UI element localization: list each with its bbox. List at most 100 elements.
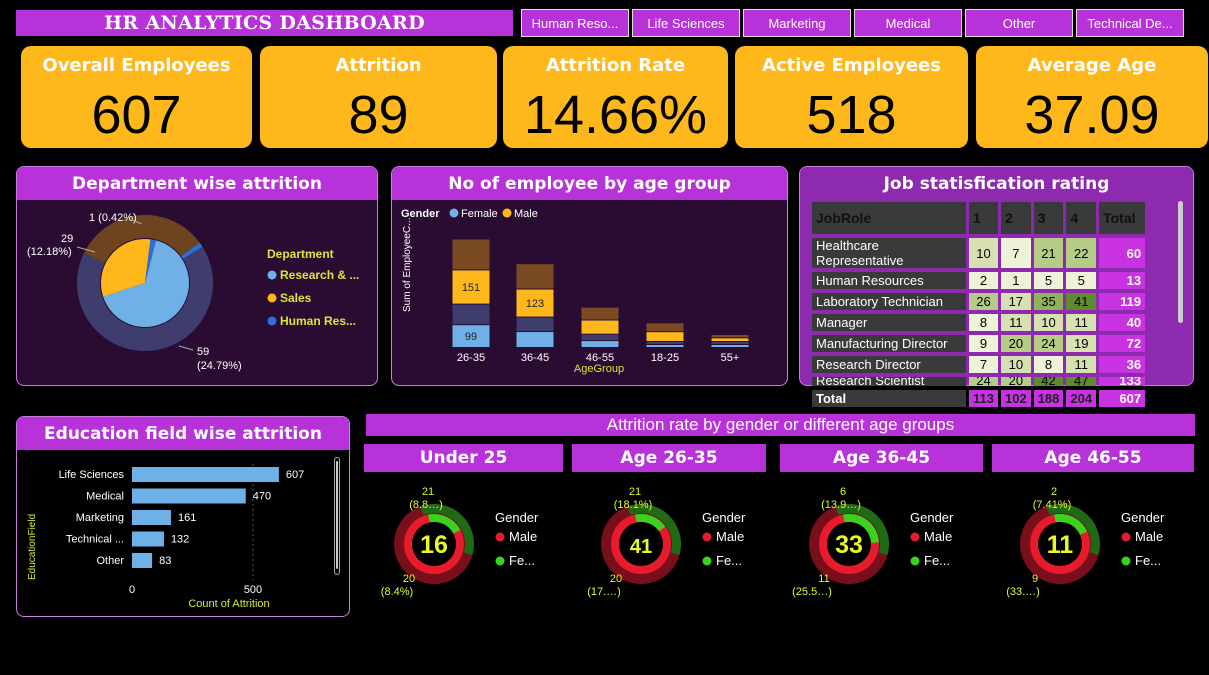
job-role-cell: Research Scientist xyxy=(812,377,966,386)
rating-cell: 19 xyxy=(1066,335,1097,352)
table-row[interactable]: Laboratory Technician 26 17 35 41 119 xyxy=(812,293,1146,310)
kpi-value: 607 xyxy=(91,85,182,145)
legend-dot-male xyxy=(702,532,712,542)
table-row[interactable]: Research Scientist 24 20 42 47 133 xyxy=(812,377,1146,386)
rating-cell: 42 xyxy=(1033,377,1064,386)
bar xyxy=(132,553,153,568)
rating-cell: 41 xyxy=(1066,293,1097,310)
rating-cell: 10 xyxy=(1033,314,1064,331)
bar-segment xyxy=(646,332,684,341)
table-header-cell[interactable]: 1 xyxy=(969,202,998,234)
rating-cell: 1 xyxy=(1000,272,1031,289)
rating-cell: 24 xyxy=(969,377,998,386)
donut-top-label: 2 xyxy=(1051,486,1057,498)
bar-data-label: 151 xyxy=(462,282,480,294)
bar-segment xyxy=(452,239,490,270)
bar-segment xyxy=(711,338,749,341)
legend-item-female: Fe... xyxy=(509,553,535,568)
table-scrollbar[interactable] xyxy=(1178,201,1183,323)
kpi-label: Active Employees xyxy=(762,55,941,76)
legend-title: Gender xyxy=(702,510,746,525)
y-tick-label: Life Sciences xyxy=(59,469,125,481)
table-header-cell[interactable]: 4 xyxy=(1066,202,1097,234)
slicer-technical-degree[interactable]: Technical De... xyxy=(1076,9,1184,37)
rating-cell: 9 xyxy=(969,335,998,352)
table-row[interactable]: Human Resources 2 1 5 5 13 xyxy=(812,272,1146,289)
legend-dot-hr xyxy=(267,316,277,326)
table-row[interactable]: Manufacturing Director 9 20 24 19 72 xyxy=(812,335,1146,352)
table-header-cell[interactable]: JobRole xyxy=(812,202,966,234)
rating-cell: 8 xyxy=(969,314,998,331)
legend-item-female: Female xyxy=(461,208,498,220)
panel-title: Education field wise attrition xyxy=(17,417,349,450)
legend-dot-female xyxy=(702,556,712,566)
legend-title: Gender xyxy=(910,510,954,525)
panel-title: Job statisfication rating xyxy=(800,167,1193,200)
rating-cell: 35 xyxy=(1033,293,1064,310)
rating-cell: 24 xyxy=(1033,335,1064,352)
donut-label-sales-count: 29 xyxy=(61,233,73,245)
legend-title: Department xyxy=(267,247,334,261)
panel-title: No of employee by age group xyxy=(392,167,787,200)
bar-segment xyxy=(711,334,749,338)
slicer-other[interactable]: Other xyxy=(965,9,1073,37)
y-axis-label: Sum of EmployeeC... xyxy=(402,218,413,312)
rating-cell: 20 xyxy=(1000,377,1031,386)
rating-cell: 17 xyxy=(1000,293,1031,310)
kpi-label: Attrition Rate xyxy=(545,55,686,76)
slicer-life-sciences[interactable]: Life Sciences xyxy=(632,9,740,37)
rating-cell: 2 xyxy=(969,272,998,289)
table-row[interactable]: Healthcare Representative 10 7 21 22 60 xyxy=(812,238,1146,268)
kpi-label: Overall Employees xyxy=(42,55,231,76)
bar-segment xyxy=(516,332,554,347)
group-header-26-35: Age 26-35 xyxy=(572,444,766,472)
panel-title: Department wise attrition xyxy=(17,167,377,200)
rating-cell: 5 xyxy=(1066,272,1097,289)
row-total-cell: 40 xyxy=(1099,314,1146,331)
table-row[interactable]: Research Director 7 10 8 11 36 xyxy=(812,356,1146,373)
legend-item-female: Fe... xyxy=(1135,553,1161,568)
group-header-36-45: Age 36-45 xyxy=(780,444,983,472)
legend-dot-female xyxy=(495,556,505,566)
total-row: Total 113 102 188 204 607 xyxy=(812,390,1146,407)
donut-label-hr: 1 (0.42%) xyxy=(89,212,137,224)
x-axis-label: AgeGroup xyxy=(574,363,624,375)
y-tick-label: Other xyxy=(96,555,124,567)
legend-dot-female xyxy=(1121,556,1131,566)
table-header-cell[interactable]: 3 xyxy=(1033,202,1064,234)
rating-cell: 26 xyxy=(969,293,998,310)
slicer-human-resources[interactable]: Human Reso... xyxy=(521,9,629,37)
table-row[interactable]: Manager 8 11 10 11 40 xyxy=(812,314,1146,331)
column-total-cell: 607 xyxy=(1099,390,1146,407)
legend-dot-male xyxy=(502,208,512,218)
donut-center-value: 33 xyxy=(835,531,863,559)
legend-item-rd: Research & ... xyxy=(280,268,359,282)
job-role-cell: Healthcare Representative xyxy=(812,238,966,268)
bar-segment xyxy=(581,307,619,320)
row-total-cell: 36 xyxy=(1099,356,1146,373)
donut-top-pct: (7.41%) xyxy=(1033,499,1072,511)
department-donut-chart: 1 (0.42%) 29 (12.18%) 59 (24.79%) Depart… xyxy=(27,212,359,372)
donut-top-label: 6 xyxy=(840,486,846,498)
bar-data-label: 99 xyxy=(465,331,477,343)
legend-item-female: Fe... xyxy=(716,553,742,568)
donut-top-pct: (13.9…) xyxy=(821,499,861,511)
bar-segment xyxy=(711,342,749,344)
donut-bottom-pct: (25.5…) xyxy=(792,586,832,598)
donut-label-sales-pct: (12.18%) xyxy=(27,246,72,258)
legend-item-female: Fe... xyxy=(924,553,950,568)
slicer-marketing[interactable]: Marketing xyxy=(743,9,851,37)
x-tick-label: 36-45 xyxy=(521,352,549,364)
rating-cell: 5 xyxy=(1033,272,1064,289)
rating-cell: 7 xyxy=(1000,238,1031,268)
y-axis-label: EducationField xyxy=(27,514,38,580)
y-tick-label: Medical xyxy=(86,491,124,503)
table-header-cell[interactable]: Total xyxy=(1099,202,1146,234)
table-header-cell[interactable]: 2 xyxy=(1000,202,1031,234)
rating-cell: 10 xyxy=(1000,356,1031,373)
column-total-cell: 188 xyxy=(1033,390,1064,407)
kpi-overall-employees: Overall Employees 607 xyxy=(21,46,252,148)
row-total-cell: 133 xyxy=(1099,377,1146,386)
education-bar-chart: EducationField Life Sciences 607 Medical 47… xyxy=(27,464,304,610)
slicer-medical[interactable]: Medical xyxy=(854,9,962,37)
